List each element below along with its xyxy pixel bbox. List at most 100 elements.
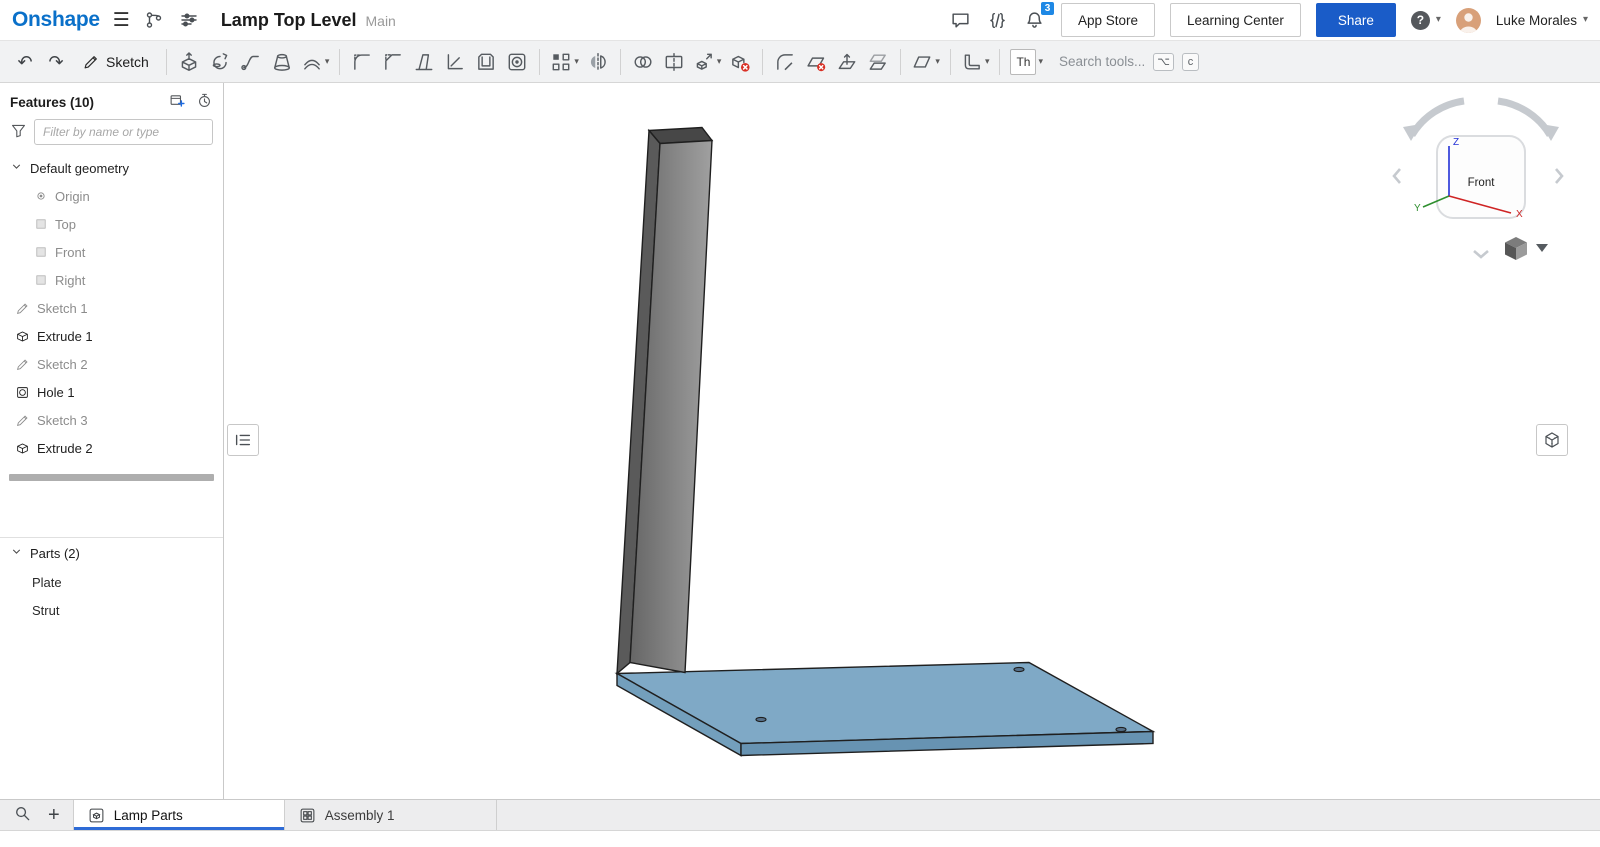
view-options-cube-icon[interactable] [1505, 237, 1527, 260]
parts-group[interactable]: Parts (2) [0, 538, 223, 568]
hamburger-menu-icon[interactable]: ☰ [113, 11, 130, 30]
feature-list-flyout-handle[interactable] [227, 424, 259, 456]
preferences-sliders-icon[interactable] [178, 9, 200, 31]
feature-item-front-plane[interactable]: Front [0, 238, 223, 266]
rotate-left-arc [1412, 101, 1464, 135]
custom-feature-button[interactable]: Th▾ [1007, 46, 1046, 78]
rollback-bar[interactable] [9, 474, 214, 481]
chevron-expander-icon[interactable] [10, 160, 23, 176]
assembly-icon [299, 807, 316, 824]
user-avatar[interactable] [1456, 8, 1481, 33]
feature-item-sketch2[interactable]: Sketch 2 [0, 350, 223, 378]
notifications-bell-icon[interactable]: 3 [1024, 9, 1046, 31]
linear-pattern-button[interactable]: ▾ [547, 46, 582, 78]
mirror-button[interactable] [583, 46, 613, 78]
hole-icon [15, 385, 30, 400]
feature-item-extrude1[interactable]: Extrude 1 [0, 322, 223, 350]
undo-button[interactable]: ↶ [10, 46, 40, 78]
feature-list-spacer [0, 481, 223, 537]
feature-filter-input[interactable] [34, 119, 213, 145]
chevron-expander-icon[interactable] [10, 545, 23, 561]
axis-x-label: X [1516, 209, 1523, 220]
notification-badge: 3 [1041, 2, 1054, 15]
chamfer-button[interactable] [378, 46, 408, 78]
tab-assembly-1[interactable]: Assembly 1 [285, 800, 497, 830]
plane-icon [34, 273, 48, 287]
onshape-logo[interactable]: Onshape [12, 8, 100, 32]
replace-face-button[interactable] [863, 46, 893, 78]
help-icon[interactable]: ? [1411, 11, 1430, 30]
new-folder-icon[interactable] [169, 92, 186, 112]
part-item-plate[interactable]: Plate [0, 568, 223, 596]
app-store-button[interactable]: App Store [1061, 3, 1155, 37]
learning-center-button[interactable]: Learning Center [1170, 3, 1301, 37]
right-flyout-handle[interactable] [1536, 424, 1568, 456]
view-cube-label[interactable]: Front [1468, 177, 1496, 189]
modify-fillet-button[interactable] [770, 46, 800, 78]
rotate-down-chevron [1474, 251, 1488, 257]
share-button[interactable]: Share [1316, 3, 1396, 37]
toolbar-separator [539, 49, 540, 75]
feature-item-extrude2[interactable]: Extrude 2 [0, 434, 223, 462]
comment-icon[interactable] [950, 9, 972, 31]
regeneration-timer-icon[interactable] [196, 92, 213, 112]
user-menu[interactable]: Luke Morales ▾ [1496, 13, 1588, 28]
move-face-button[interactable] [832, 46, 862, 78]
featurescript-code-icon[interactable] [987, 9, 1009, 31]
delete-part-button[interactable] [725, 46, 755, 78]
feature-item-hole1[interactable]: Hole 1 [0, 378, 223, 406]
feature-item-sketch3[interactable]: Sketch 3 [0, 406, 223, 434]
toolbar-separator [620, 49, 621, 75]
split-button[interactable] [659, 46, 689, 78]
filter-funnel-icon [10, 122, 27, 142]
feature-item-sketch1[interactable]: Sketch 1 [0, 294, 223, 322]
top-header: Onshape ☰ Lamp Top Level Main 3 App Stor… [0, 0, 1600, 41]
search-tabs-button[interactable] [13, 804, 32, 826]
feature-item-top-plane[interactable]: Top [0, 210, 223, 238]
view-options-caret[interactable] [1536, 244, 1548, 252]
loft-button[interactable] [267, 46, 297, 78]
redo-button[interactable]: ↷ [41, 46, 71, 78]
plate-part[interactable] [617, 663, 1153, 756]
rotate-right-chevron [1556, 169, 1562, 183]
search-tools-button[interactable]: Search tools... ⌥ c [1059, 53, 1199, 71]
revolve-button[interactable] [205, 46, 235, 78]
rib-button[interactable] [440, 46, 470, 78]
draft-button[interactable] [409, 46, 439, 78]
add-tab-button[interactable]: + [48, 805, 60, 825]
delete-face-button[interactable] [801, 46, 831, 78]
part-item-strut[interactable]: Strut [0, 596, 223, 624]
tab-lamp-parts[interactable]: Lamp Parts [73, 800, 285, 830]
features-panel: Features (10) Default geometry Origin To… [0, 83, 224, 800]
document-name[interactable]: Lamp Top Level [221, 10, 357, 31]
graphics-viewport[interactable]: Front Z Y X [224, 83, 1600, 800]
surface-tools-button[interactable]: ▾ [908, 46, 943, 78]
view-cube-widget[interactable]: Front Z Y X [1390, 91, 1590, 276]
sheet-metal-tools-button[interactable]: ▾ [958, 46, 993, 78]
rotate-left-arrowhead [1403, 124, 1421, 141]
versions-history-icon[interactable] [143, 9, 165, 31]
rotate-right-arrowhead [1541, 124, 1559, 141]
toolbar-separator [339, 49, 340, 75]
shell-button[interactable] [471, 46, 501, 78]
extrude-icon [15, 329, 30, 344]
help-menu[interactable]: ? ▾ [1411, 11, 1441, 30]
hole-button[interactable] [502, 46, 532, 78]
sweep-button[interactable] [236, 46, 266, 78]
boolean-button[interactable] [628, 46, 658, 78]
workspace-name[interactable]: Main [366, 13, 396, 29]
chevron-down-icon: ▾ [1583, 15, 1588, 25]
fillet-button[interactable] [347, 46, 377, 78]
sketch-button[interactable]: Sketch [72, 46, 159, 78]
extrude-button[interactable] [174, 46, 204, 78]
strut-part[interactable] [617, 128, 712, 674]
sketch-icon [15, 357, 30, 372]
default-geometry-group[interactable]: Default geometry [0, 154, 223, 182]
pencil-icon [82, 53, 100, 71]
transform-button[interactable]: ▾ [690, 46, 725, 78]
thicken-button[interactable]: ▾ [298, 46, 333, 78]
feature-item-origin[interactable]: Origin [0, 182, 223, 210]
footer-strip [0, 831, 1600, 847]
feature-item-right-plane[interactable]: Right [0, 266, 223, 294]
toolbar-separator [999, 49, 1000, 75]
